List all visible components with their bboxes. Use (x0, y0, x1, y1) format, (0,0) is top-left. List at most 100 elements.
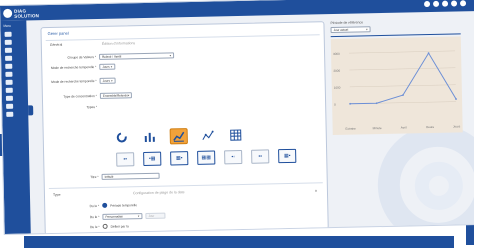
x-tick-label: Jours (453, 124, 461, 128)
sidebar-config-icon[interactable] (5, 95, 13, 101)
preview-period-value: Jour actuel (333, 27, 349, 33)
sidebar-collapse-handle[interactable] (28, 105, 34, 116)
chevron-down-icon: ▾ (137, 214, 140, 219)
layout-option[interactable]: ▪▦ (143, 151, 162, 167)
field-titre: Titre * Intitulé (53, 172, 160, 181)
sidebar-report-icon[interactable] (5, 79, 13, 85)
field-types-label: Types * (86, 104, 98, 110)
layout-option[interactable]: ▦▪ (170, 151, 189, 166)
layout-option[interactable]: ▪▪ (251, 149, 270, 164)
mode-select[interactable]: Jours ▾ (99, 63, 116, 70)
section-divider-general (45, 34, 320, 42)
layout-option[interactable]: ▦▪ (278, 148, 297, 164)
message-icon[interactable] (432, 0, 440, 7)
titre-input[interactable]: Intitulé (101, 172, 160, 180)
scatter-icon[interactable] (200, 129, 216, 143)
sidebar: Menu (0, 20, 31, 234)
field-mode-val: Mode de recherche temporelle * Jours ▾ (51, 77, 116, 85)
mode-val-select[interactable]: Jours ▾ (99, 77, 116, 84)
groupe-select[interactable]: Relevé / Ventil ▾ (99, 52, 175, 60)
field-type: Type de concentration * Ensemble/Relevés… (51, 92, 132, 100)
preview-title: Période de référence (330, 20, 364, 26)
date-2-extra[interactable]: Jour (145, 212, 166, 219)
layout-option[interactable]: ▪▫ (224, 149, 243, 165)
series-point (349, 102, 352, 105)
screenshot-stage: DIAG SOLUTION Menu Gérer panel Général É… (0, 0, 483, 248)
radio-definir[interactable] (102, 223, 108, 229)
sidebar-chart-icon[interactable] (4, 47, 12, 53)
sidebar-home-icon[interactable] (4, 31, 12, 37)
sidebar-table-icon[interactable] (5, 55, 13, 61)
field-date-3: Du le * Définir par la (54, 223, 129, 230)
type-select-value: Ensemble/Relevés (102, 93, 128, 98)
preview-chart: 3000 2000 1000 0 Extraire Minute Avril Heure Jou… (330, 36, 463, 136)
section-type-desc: Configuration de plage de la date (132, 190, 185, 196)
top-bar-actions (423, 0, 467, 8)
groupe-select-value: Relevé / Ventil (102, 54, 122, 59)
bar-chart-icon[interactable] (142, 130, 158, 144)
chart-type-picker (114, 127, 244, 146)
sidebar-alert-icon[interactable] (5, 71, 13, 77)
sidebar-dashboard-icon[interactable] (4, 39, 12, 45)
table-icon[interactable] (228, 128, 244, 142)
field-mode: Mode de recherche temporelle * Jours ▾ (50, 63, 116, 71)
chevron-down-icon: ▾ (366, 27, 368, 32)
field-type-label: Type de concentration * (63, 93, 97, 99)
sidebar-user-icon[interactable] (5, 87, 13, 93)
app-logo[interactable]: DIAG SOLUTION (3, 7, 39, 19)
field-groupe: Groupe de Valeurs * Relevé / Ventil ▾ (50, 52, 175, 61)
field-mode-val-label: Mode de recherche temporelle * (51, 78, 97, 84)
field-date-1: Du le * Période temporelle (53, 202, 137, 209)
field-date-3-label: Du le * (90, 224, 100, 229)
user-icon[interactable] (459, 0, 467, 7)
x-tick-label: Avril (401, 126, 407, 130)
type-select[interactable]: Ensemble/Relevés ▾ (99, 92, 132, 99)
mode-select-value: Jours (102, 64, 110, 69)
y-tick-label: 0 (334, 103, 336, 107)
x-tick-label: Minute (373, 126, 382, 130)
app-window: DIAG SOLUTION Menu Gérer panel Général É… (0, 0, 479, 234)
frame-edge (474, 0, 483, 248)
section-divider-type (48, 182, 323, 190)
grid-line (349, 67, 456, 71)
x-tick-label: Heure (426, 125, 435, 129)
sidebar-map-icon[interactable] (5, 63, 13, 69)
collapse-section-icon[interactable]: ▴ (315, 187, 317, 192)
section-general-desc: Édition d'informations (101, 41, 136, 46)
help-icon[interactable] (441, 0, 449, 7)
field-date-2: Du le * Personnalisé ▾ Jour (53, 212, 166, 221)
top-bar: DIAG SOLUTION (0, 0, 475, 21)
section-general-label: Général (49, 42, 63, 47)
mode-val-select-value: Jours (102, 78, 110, 83)
field-titre-label: Titre * (90, 174, 99, 180)
radio-periode[interactable] (102, 202, 108, 208)
layout-option[interactable]: ▪▪ (116, 152, 135, 167)
area-chart-icon[interactable] (169, 128, 188, 145)
date-2-select[interactable]: Personnalisé ▾ (102, 213, 143, 220)
panel-form: Gérer panel Général Édition d'informatio… (40, 21, 329, 234)
series-line (350, 52, 457, 105)
preview-line-chart: 3000 2000 1000 0 Extraire Minute Avril Heure Jou… (333, 50, 461, 131)
field-groupe-label: Groupe de Valeurs * (67, 54, 97, 60)
y-tick-label: 3000 (333, 52, 340, 56)
radio-definir-label: Définir par la (110, 223, 129, 229)
layout-picker: ▪▪ ▪▦ ▦▪ ▦▦ ▪▫ ▪▪ ▦▪ (116, 148, 297, 167)
grid-line (349, 84, 456, 88)
x-tick-label: Extraire (345, 127, 356, 131)
sidebar-logout-icon[interactable] (6, 111, 14, 117)
layout-option[interactable]: ▦▦ (197, 150, 216, 165)
radio-periode-label: Période temporelle (110, 202, 137, 208)
loader-icon[interactable] (114, 130, 130, 144)
settings-icon[interactable] (450, 0, 458, 7)
field-date-2-label: Du le * (89, 214, 100, 220)
preview-period-select[interactable]: Jour actuel ▾ (330, 26, 371, 34)
field-types: Types * (51, 105, 97, 110)
sidebar-items (4, 31, 14, 117)
chevron-down-icon: ▾ (127, 93, 130, 98)
section-type-label: Type (52, 192, 61, 197)
field-mode-label: Mode de recherche temporelle * (50, 64, 97, 70)
date-2-select-value: Personnalisé (105, 214, 123, 219)
sidebar-title: Menu (3, 23, 11, 28)
notification-icon[interactable] (423, 0, 431, 8)
sidebar-help-icon[interactable] (6, 103, 14, 109)
